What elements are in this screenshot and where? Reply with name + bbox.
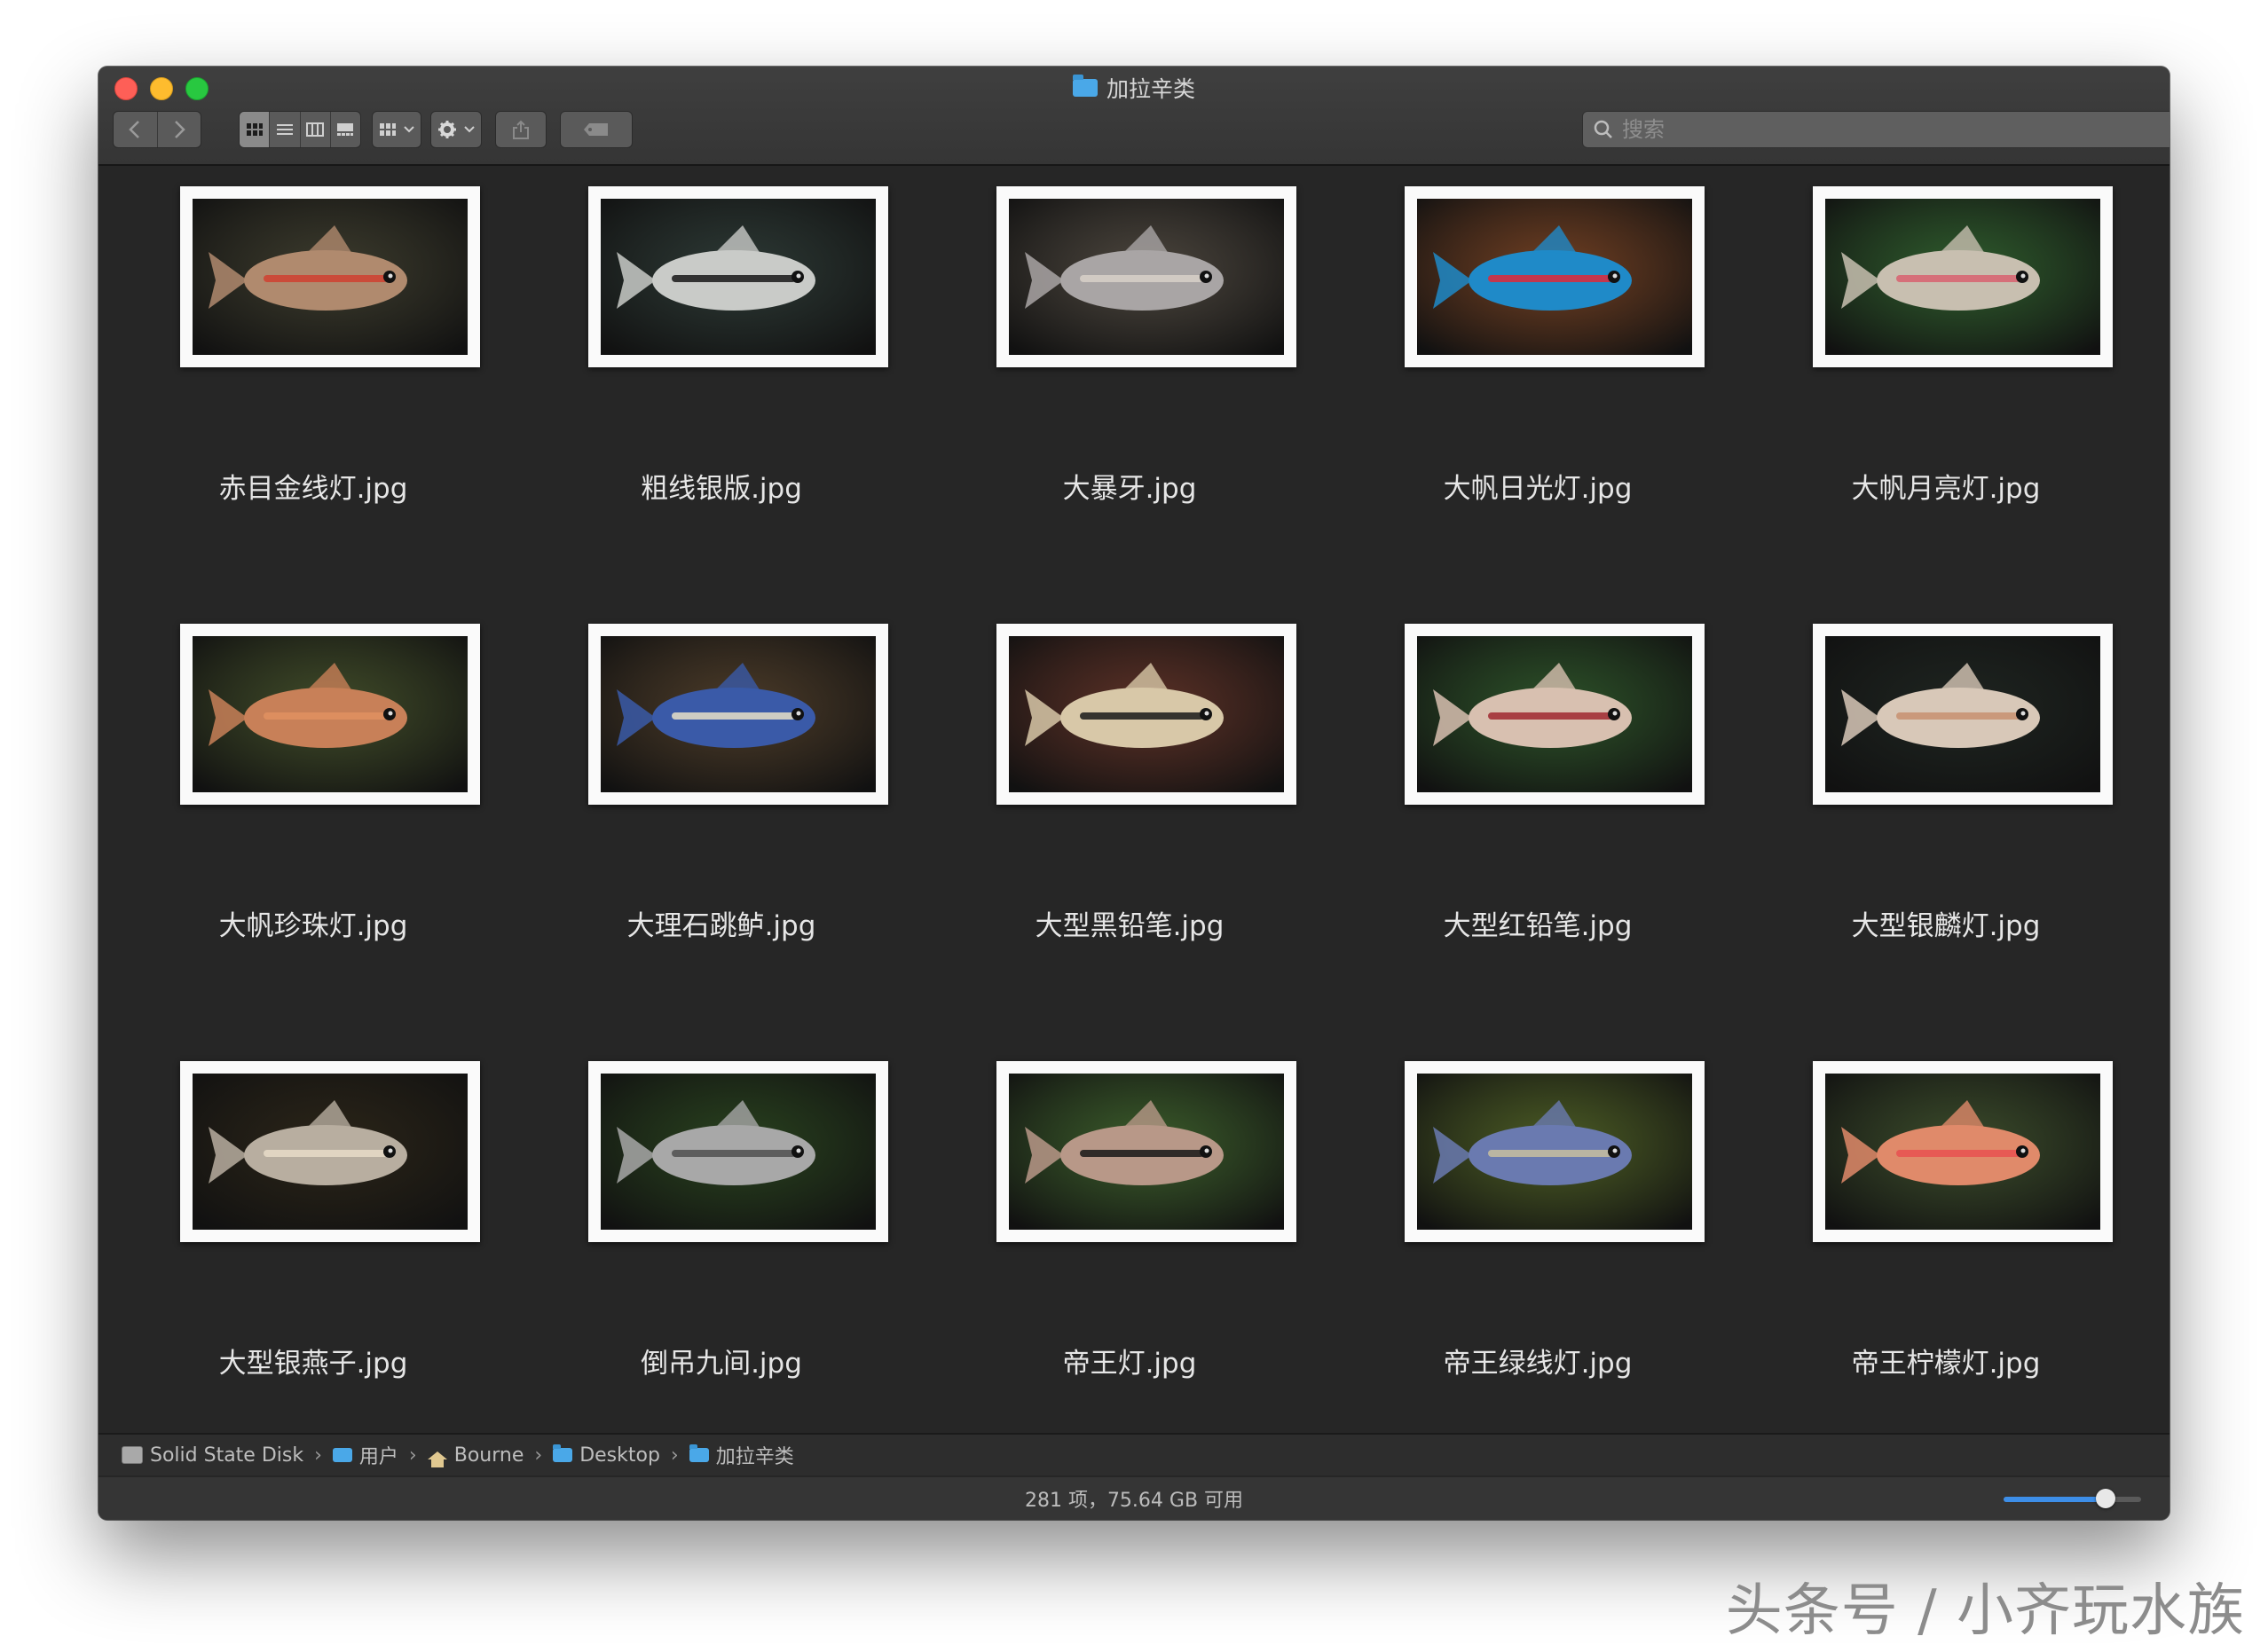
file-name: 大帆珍珠灯.jpg	[218, 910, 408, 942]
group-grid-icon	[380, 123, 396, 136]
file-thumbnail[interactable]	[1405, 186, 1705, 367]
file-thumbnail[interactable]	[180, 186, 480, 367]
file-thumbnail[interactable]	[588, 186, 888, 367]
fish-photo	[1417, 1074, 1692, 1230]
navigation-buttons	[113, 111, 201, 148]
path-separator: ›	[534, 1444, 543, 1467]
file-thumbnail[interactable]	[996, 1061, 1296, 1242]
file-name: 大帆月亮灯.jpg	[1851, 473, 2041, 505]
gallery-view-icon	[337, 123, 354, 136]
back-button[interactable]	[114, 112, 158, 147]
fish-photo	[1417, 199, 1692, 355]
path-item[interactable]: Solid State Disk	[150, 1444, 303, 1467]
file-name: 帝王灯.jpg	[1062, 1348, 1197, 1380]
folder-icon	[689, 1444, 709, 1462]
fish-photo	[193, 199, 468, 355]
file-name: 大暴牙.jpg	[1062, 473, 1197, 505]
file-name: 大型银麟灯.jpg	[1851, 910, 2041, 942]
slider-fill	[2004, 1497, 2106, 1502]
status-text: 281 项，75.64 GB 可用	[1024, 1490, 1244, 1512]
folder-icon	[553, 1444, 573, 1462]
list-view-button[interactable]	[270, 112, 301, 147]
file-name: 大型银燕子.jpg	[218, 1348, 408, 1380]
file-thumbnail[interactable]	[588, 624, 888, 805]
fish-photo	[1009, 199, 1284, 355]
fish-photo	[193, 1074, 468, 1230]
column-view-button[interactable]	[301, 112, 331, 147]
search-input[interactable]	[1620, 116, 2156, 143]
search-icon	[1594, 120, 1612, 138]
forward-button[interactable]	[158, 112, 201, 147]
file-thumbnail[interactable]	[996, 186, 1296, 367]
file-thumbnail[interactable]	[1813, 186, 2113, 367]
search-field[interactable]	[1582, 111, 2170, 148]
list-view-icon	[276, 124, 293, 135]
view-mode-control	[239, 111, 361, 148]
gallery-view-button[interactable]	[331, 112, 360, 147]
fish-photo	[1825, 636, 2100, 792]
home-icon	[427, 1451, 447, 1467]
window-title: 加拉辛类	[98, 74, 2170, 102]
file-icon-grid: 赤目金线灯.jpg 粗线银版.jpg 大暴牙.jpg 大帆日光灯.jpg 大帆月亮灯.j…	[98, 166, 2170, 1497]
file-name: 大型红铅笔.jpg	[1443, 910, 1633, 942]
path-item[interactable]: Desktop	[579, 1444, 660, 1467]
fish-photo	[1009, 636, 1284, 792]
chevron-down-icon	[404, 126, 414, 133]
file-name: 大帆日光灯.jpg	[1443, 473, 1633, 505]
chevron-down-icon	[464, 126, 475, 133]
file-thumbnail[interactable]	[1405, 1061, 1705, 1242]
file-thumbnail[interactable]	[180, 1061, 480, 1242]
fish-photo	[1825, 199, 2100, 355]
icon-view-button[interactable]	[240, 112, 271, 147]
path-bar: Solid State Disk › 用户 › Bourne › Desktop…	[98, 1433, 2170, 1475]
chevron-right-icon	[174, 121, 185, 138]
path-separator: ›	[408, 1444, 417, 1467]
file-thumbnail[interactable]	[1813, 1061, 2113, 1242]
fish-photo	[601, 1074, 876, 1230]
watermark: 头条号 / 小齐玩水族	[1725, 1578, 2245, 1644]
file-thumbnail[interactable]	[996, 624, 1296, 805]
fish-photo	[601, 636, 876, 792]
fish-photo	[1825, 1074, 2100, 1230]
title-bar: 加拉辛类	[98, 67, 2170, 166]
group-by-dropdown[interactable]	[372, 111, 421, 148]
gear-icon	[438, 121, 456, 138]
file-thumbnail[interactable]	[180, 624, 480, 805]
share-button[interactable]	[495, 111, 547, 148]
path-separator: ›	[314, 1444, 322, 1467]
path-item[interactable]: 加拉辛类	[716, 1441, 794, 1469]
file-name: 大型黑铅笔.jpg	[1035, 910, 1225, 942]
chevron-left-icon	[129, 121, 140, 138]
users-folder-icon	[332, 1448, 352, 1462]
share-icon	[513, 120, 529, 139]
tag-icon	[584, 123, 608, 136]
file-name: 粗线银版.jpg	[641, 473, 802, 505]
finder-window: 加拉辛类 搜索 赤目金线灯.jpg 粗线银版.jpg 大暴牙.jpg 大帆日光灯…	[98, 67, 2170, 1520]
column-view-icon	[306, 122, 325, 137]
icon-view-icon	[246, 123, 263, 136]
fish-photo	[193, 636, 468, 792]
path-item[interactable]: 用户	[359, 1441, 398, 1469]
path-separator: ›	[670, 1444, 679, 1467]
file-name: 大理石跳鲈.jpg	[626, 910, 816, 942]
file-name: 倒吊九间.jpg	[641, 1348, 802, 1380]
action-menu-button[interactable]	[430, 111, 482, 148]
fish-photo	[601, 199, 876, 355]
window-title-text: 加拉辛类	[1106, 76, 1195, 102]
file-thumbnail[interactable]	[588, 1061, 888, 1242]
file-name: 帝王柠檬灯.jpg	[1851, 1348, 2041, 1380]
path-item[interactable]: Bourne	[454, 1444, 524, 1467]
disk-icon	[122, 1446, 143, 1464]
file-name: 赤目金线灯.jpg	[218, 473, 408, 505]
status-bar: 281 项，75.64 GB 可用	[98, 1477, 2170, 1520]
slider-knob[interactable]	[2095, 1489, 2115, 1508]
icon-size-slider[interactable]	[2004, 1489, 2141, 1508]
fish-photo	[1417, 636, 1692, 792]
fish-photo	[1009, 1074, 1284, 1230]
tags-button[interactable]	[560, 111, 633, 148]
file-name: 帝王绿线灯.jpg	[1443, 1348, 1633, 1380]
file-thumbnail[interactable]	[1813, 624, 2113, 805]
folder-icon	[1072, 75, 1098, 97]
file-thumbnail[interactable]	[1405, 624, 1705, 805]
